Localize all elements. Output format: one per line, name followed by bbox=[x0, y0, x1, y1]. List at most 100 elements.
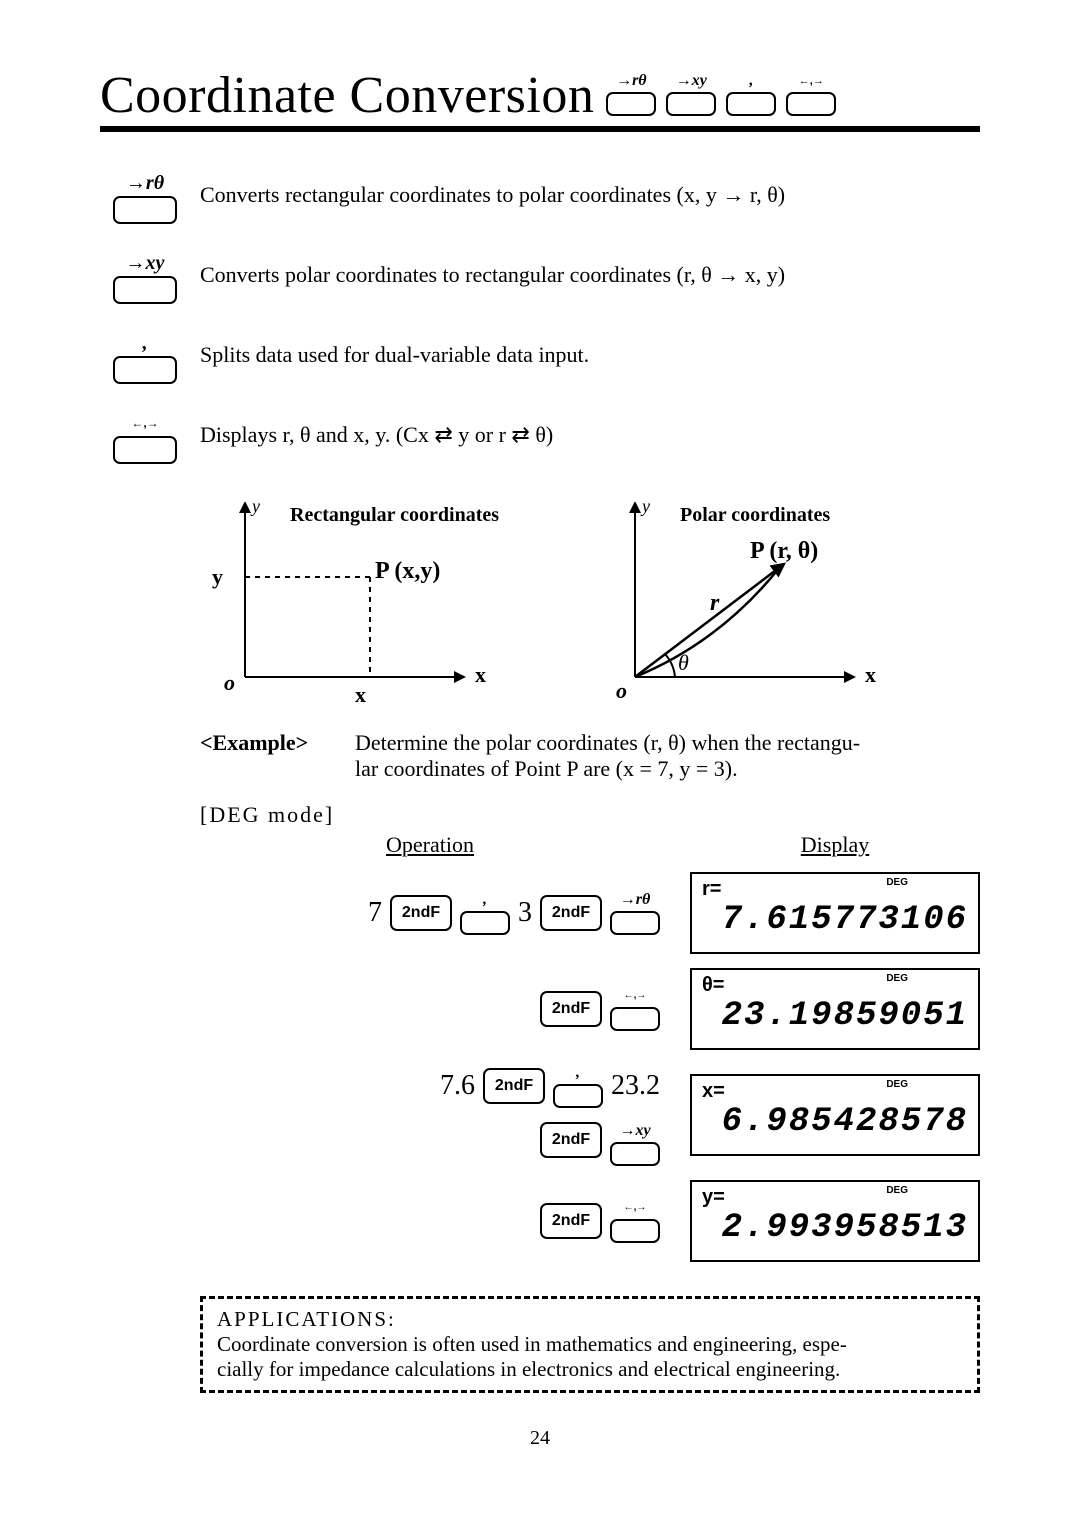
lcd-label: x= bbox=[702, 1080, 968, 1103]
polar-title: Polar coordinates bbox=[680, 504, 830, 527]
key-2ndf: 2ndF bbox=[540, 1122, 602, 1158]
example-text-2: lar coordinates of Point P are (x = 7, y… bbox=[355, 756, 738, 781]
y-axis-label: y bbox=[642, 496, 650, 517]
key-label-swap: ←,→ bbox=[799, 72, 824, 90]
key-rtheta-inline: →rθ bbox=[610, 891, 660, 935]
keycap-icon bbox=[113, 276, 177, 304]
key-label: ←,→ bbox=[624, 987, 647, 1005]
lcd-x: DEG x= 6.985428578 bbox=[690, 1074, 980, 1156]
rect-coord-diagram: y Rectangular coordinates y P (x,y) o x … bbox=[200, 502, 530, 702]
keycap-icon bbox=[666, 92, 716, 116]
page-title: Coordinate Conversion bbox=[100, 70, 594, 122]
key-xy-inline: →xy bbox=[610, 1122, 660, 1166]
key-comma-inline: , bbox=[553, 1064, 603, 1108]
y-bold: y bbox=[212, 564, 223, 590]
keycap-icon bbox=[610, 1219, 660, 1243]
key-to-xy: →xy bbox=[666, 72, 716, 116]
rect-title: Rectangular coordinates bbox=[290, 504, 499, 527]
deg-indicator: DEG bbox=[886, 877, 908, 888]
page-number: 24 bbox=[100, 1427, 980, 1450]
key-def-rtheta: →rθ bbox=[100, 172, 190, 224]
x-axis-label: x bbox=[475, 662, 486, 688]
keycap-icon bbox=[726, 92, 776, 116]
keycap-icon bbox=[460, 911, 510, 935]
p-polar-label: P (r, θ) bbox=[750, 538, 818, 565]
ops-table: Operation Display 7 2ndF , 3 2ndF →rθ bbox=[200, 832, 980, 1262]
key-swap-inline: ←,→ bbox=[610, 1199, 660, 1243]
lcd-value: 23.19859051 bbox=[702, 997, 968, 1035]
keycap-icon bbox=[610, 911, 660, 935]
op-num: 3 bbox=[518, 897, 532, 929]
lcd-value: 7.615773106 bbox=[702, 901, 968, 939]
key-2ndf: 2ndF bbox=[540, 991, 602, 1027]
def-xy: Converts polar coordinates to rectangula… bbox=[200, 252, 980, 304]
origin-label: o bbox=[224, 670, 235, 696]
lcd-y: DEG y= 2.993958513 bbox=[690, 1180, 980, 1262]
p-rect-label: P (x,y) bbox=[375, 558, 440, 585]
x-bold: x bbox=[355, 682, 366, 708]
y-axis-label: y bbox=[252, 496, 260, 517]
deg-indicator: DEG bbox=[886, 1185, 908, 1196]
lcd-label: θ= bbox=[702, 974, 968, 997]
x-axis-label: x bbox=[865, 662, 876, 688]
key-label-rtheta: →rθ bbox=[126, 172, 164, 194]
key-def-comma: , bbox=[100, 332, 190, 384]
lcd-value: 6.985428578 bbox=[702, 1103, 968, 1141]
deg-indicator: DEG bbox=[886, 1079, 908, 1090]
deg-indicator: DEG bbox=[886, 973, 908, 984]
key-label-comma: , bbox=[143, 332, 148, 354]
keycap-icon bbox=[113, 196, 177, 224]
applications-body-2: cially for impedance calculations in ele… bbox=[217, 1357, 840, 1381]
key-label-xy: →xy bbox=[126, 252, 165, 274]
key-swap: ←,→ bbox=[786, 72, 836, 116]
keycap-icon bbox=[610, 1007, 660, 1031]
keycap-icon bbox=[553, 1084, 603, 1108]
key-def-xy: →xy bbox=[100, 252, 190, 304]
content-grid: →rθ Converts rectangular coordinates to … bbox=[100, 172, 980, 1393]
key-label-rtheta: →rθ bbox=[616, 72, 647, 90]
title-key-cluster: →rθ →xy , ←,→ bbox=[606, 72, 836, 122]
key-to-rtheta: →rθ bbox=[606, 72, 656, 116]
lcd-label: y= bbox=[702, 1186, 968, 1209]
key-label: →rθ bbox=[620, 891, 651, 909]
op-num: 7.6 bbox=[440, 1070, 475, 1102]
keycap-icon bbox=[113, 436, 177, 464]
key-label-xy: →xy bbox=[676, 72, 707, 90]
example-block: <Example> Determine the polar coordinate… bbox=[200, 730, 980, 1262]
key-label: , bbox=[483, 891, 487, 909]
origin-label: o bbox=[616, 678, 627, 704]
keycap-icon bbox=[786, 92, 836, 116]
applications-box: APPLICATIONS: Coordinate conversion is o… bbox=[200, 1296, 980, 1393]
key-2ndf: 2ndF bbox=[390, 895, 452, 931]
r-label: r bbox=[710, 590, 719, 617]
key-def-swap: ←,→ bbox=[100, 412, 190, 464]
key-label: →xy bbox=[619, 1122, 650, 1140]
key-label-comma: , bbox=[749, 72, 753, 90]
op-row-2: 2ndF ←,→ bbox=[200, 987, 660, 1031]
op-row-4: 2ndF ←,→ bbox=[200, 1199, 660, 1243]
theta-label: θ bbox=[678, 650, 689, 676]
key-2ndf: 2ndF bbox=[540, 1203, 602, 1239]
key-2ndf: 2ndF bbox=[540, 895, 602, 931]
lcd-label: r= bbox=[702, 878, 968, 901]
key-label-swap: ←,→ bbox=[131, 412, 158, 434]
mode-label: [DEG mode] bbox=[200, 802, 980, 828]
title-row: Coordinate Conversion →rθ →xy , ←,→ bbox=[100, 70, 980, 132]
polar-coord-diagram: y Polar coordinates P (r, θ) r θ o x bbox=[590, 502, 920, 702]
keycap-icon bbox=[610, 1142, 660, 1166]
def-comma: Splits data used for dual-variable data … bbox=[200, 332, 980, 384]
op-num: 23.2 bbox=[611, 1070, 660, 1102]
keycap-icon bbox=[606, 92, 656, 116]
key-comma-inline: , bbox=[460, 891, 510, 935]
def-rtheta: Converts rectangular coordinates to pola… bbox=[200, 172, 980, 224]
key-comma: , bbox=[726, 72, 776, 116]
op-row-3: 7.6 2ndF , 23.2 2ndF →xy bbox=[200, 1064, 660, 1166]
diagram-row: y Rectangular coordinates y P (x,y) o x … bbox=[200, 502, 980, 702]
lcd-value: 2.993958513 bbox=[702, 1209, 968, 1247]
op-num: 7 bbox=[368, 897, 382, 929]
applications-title: APPLICATIONS: bbox=[217, 1307, 396, 1331]
key-label: , bbox=[576, 1064, 580, 1082]
col-display: Display bbox=[690, 832, 980, 858]
lcd-r: DEG r= 7.615773106 bbox=[690, 872, 980, 954]
lcd-theta: DEG θ= 23.19859051 bbox=[690, 968, 980, 1050]
